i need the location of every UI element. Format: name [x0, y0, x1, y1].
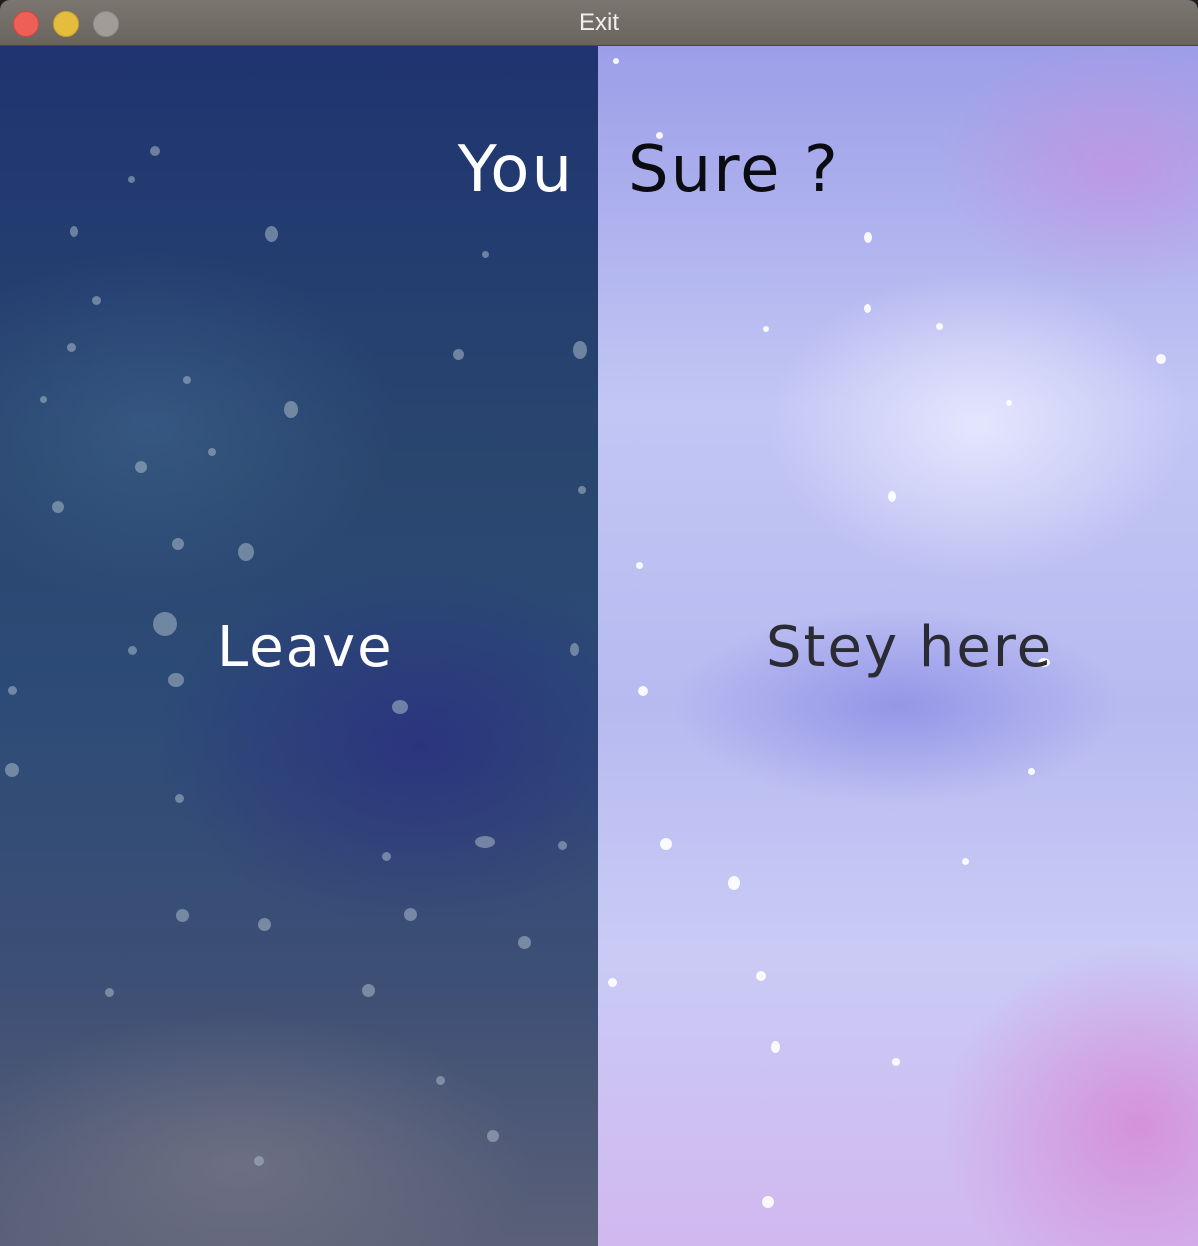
paint-speck	[636, 562, 643, 569]
paint-speck	[176, 909, 189, 922]
paint-speck	[135, 461, 147, 473]
paint-speck	[284, 401, 298, 418]
paint-speck	[936, 323, 943, 330]
paint-speck	[518, 936, 531, 949]
paint-speck	[570, 643, 579, 656]
paint-speck	[756, 971, 766, 981]
paint-speck	[238, 543, 254, 561]
paint-speck	[1028, 768, 1035, 775]
paint-speck	[638, 686, 648, 696]
paint-speck	[962, 858, 969, 865]
paint-speck	[8, 686, 17, 695]
paint-speck	[728, 876, 740, 890]
paint-speck	[172, 538, 184, 550]
paint-speck	[70, 226, 78, 237]
paint-speck	[150, 146, 160, 156]
paint-speck	[762, 1196, 774, 1208]
paint-speck	[771, 1041, 780, 1053]
paint-speck	[362, 984, 375, 997]
paint-speck	[475, 836, 495, 848]
paint-speck	[175, 794, 184, 803]
paint-speck	[52, 501, 64, 513]
paint-speck	[168, 673, 184, 687]
paint-speck	[153, 612, 177, 636]
paint-speck	[453, 349, 464, 360]
paint-speck	[558, 841, 567, 850]
paint-speck	[864, 304, 871, 313]
paint-speck	[404, 908, 417, 921]
paint-speck	[864, 232, 872, 243]
dialog-content: You Sure ? Leave Stey here	[0, 46, 1198, 1246]
paint-speck	[5, 763, 19, 777]
paint-speck	[92, 296, 101, 305]
paint-speck	[105, 988, 114, 997]
paint-speck	[128, 646, 137, 655]
paint-speck	[258, 918, 271, 931]
paint-speck	[613, 58, 619, 64]
paint-speck	[573, 341, 587, 359]
paint-speck	[608, 978, 617, 987]
paint-speck	[67, 343, 76, 352]
prompt-left-text: You	[457, 133, 574, 207]
paint-speck	[578, 486, 586, 494]
window-title: Exit	[578, 9, 619, 36]
paint-speck	[254, 1156, 264, 1166]
paint-speck	[128, 176, 135, 183]
paint-speck	[482, 251, 489, 258]
paint-speck	[763, 326, 769, 332]
paint-speck	[888, 491, 896, 502]
paint-speck	[265, 226, 278, 242]
paint-speck	[487, 1130, 499, 1142]
paint-speck	[892, 1058, 900, 1066]
paint-speck	[1006, 400, 1012, 406]
exit-window: Exit You Sure ? Leave Stey here	[0, 0, 1198, 1246]
stay-button[interactable]: Stey here	[766, 620, 1053, 676]
prompt-right-text: Sure ?	[628, 133, 840, 207]
paint-speck	[1156, 354, 1166, 364]
title-bar[interactable]: Exit	[0, 0, 1198, 46]
paint-speck	[382, 852, 391, 861]
paint-speck	[436, 1076, 445, 1085]
paint-speck	[40, 396, 47, 403]
paint-speck	[660, 838, 672, 850]
leave-button[interactable]: Leave	[217, 620, 394, 676]
paint-speck	[183, 376, 191, 384]
paint-speck	[392, 700, 408, 714]
paint-speck	[208, 448, 216, 456]
